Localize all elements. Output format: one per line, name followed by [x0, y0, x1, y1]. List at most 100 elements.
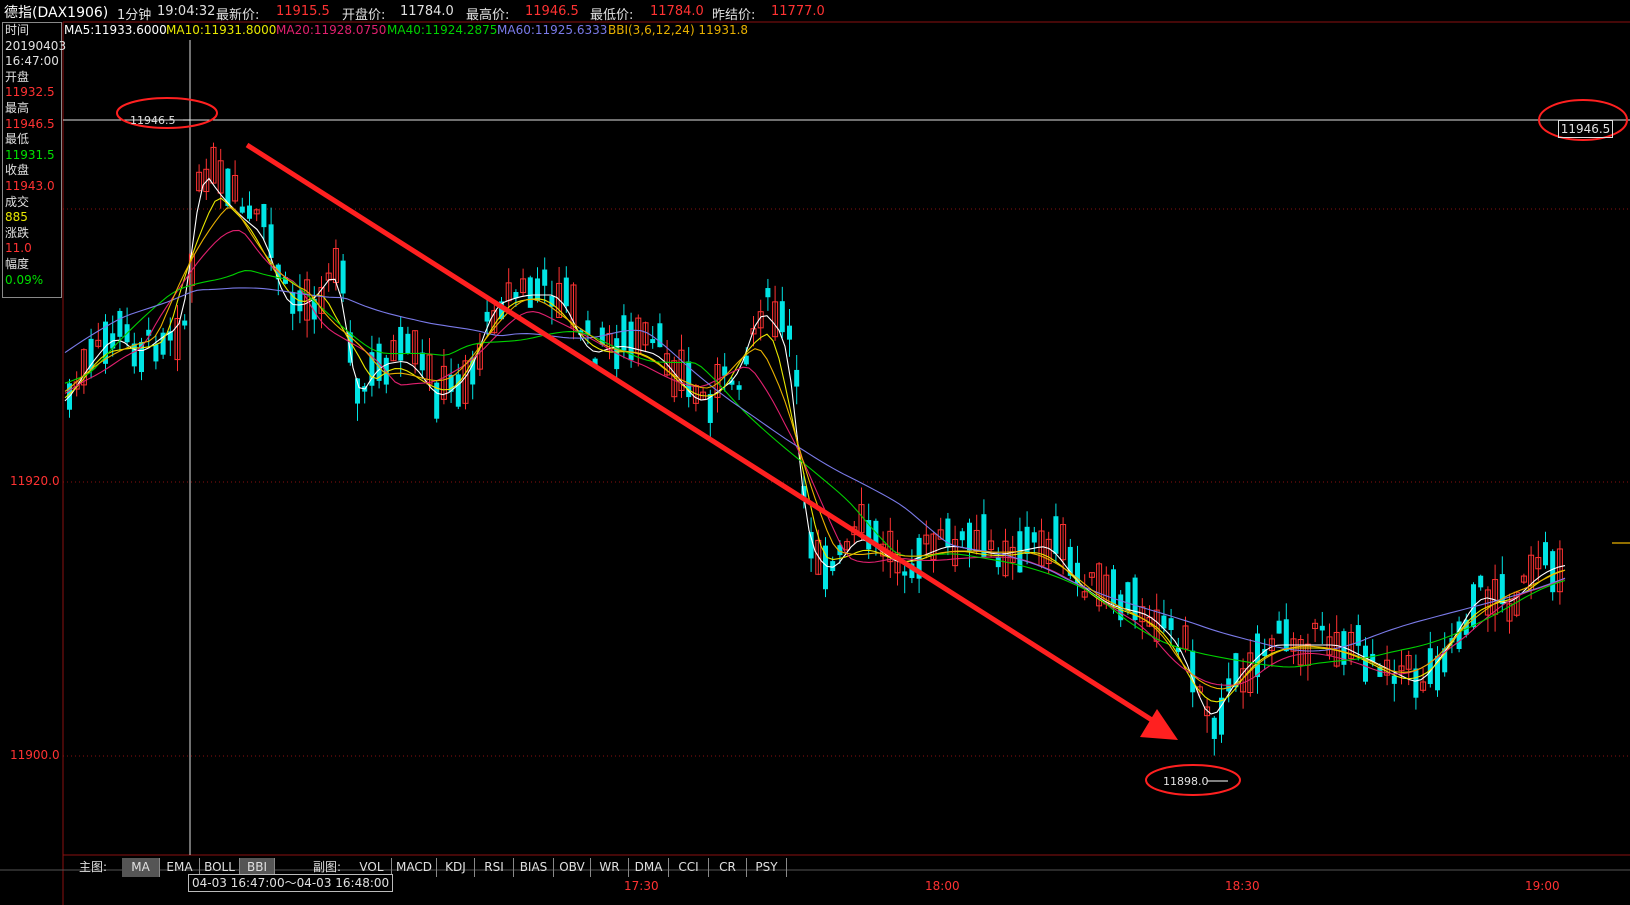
candle-body: [650, 339, 656, 344]
latest-label: 最新价:: [216, 8, 260, 23]
tab-ma[interactable]: MA: [122, 858, 160, 877]
candle-body: [398, 326, 404, 361]
tab-kdj[interactable]: KDJ: [437, 858, 475, 877]
info-low-label: 最低: [5, 132, 30, 147]
candle-body: [527, 277, 533, 308]
bbi-legend: BBI(3,6,12,24) 11931.8: [608, 23, 749, 37]
info-close-label: 收盘: [5, 163, 30, 178]
candle-body: [1190, 650, 1196, 693]
right-price-label: 11946.5: [1558, 120, 1613, 138]
high-value: 11946.5: [525, 4, 579, 19]
prev-settle-label: 昨结价:: [712, 8, 756, 23]
candle-body: [794, 369, 800, 387]
candle-body: [1550, 551, 1556, 593]
candle-body: [1211, 717, 1217, 739]
candle-body: [1031, 532, 1037, 543]
candle-body: [1363, 645, 1368, 682]
ma5-line: [64, 177, 1566, 715]
candle-body: [340, 260, 346, 294]
crosshair-time-range: 04-03 16:47:00〜04-03 16:48:00: [188, 874, 394, 892]
x-tick-label: 17:30: [624, 879, 659, 893]
candle-body: [765, 288, 771, 298]
y-tick-label: 11920.0: [10, 474, 60, 488]
candle-body: [419, 352, 425, 371]
high-label: 最高价:: [466, 8, 510, 23]
x-tick-label: 18:30: [1225, 879, 1260, 893]
info-low: 11931.5: [5, 147, 55, 162]
tab-cr[interactable]: CR: [709, 858, 747, 877]
info-high-label: 最高: [5, 100, 30, 115]
ma10-line: [64, 197, 1566, 703]
quote-header: 德指(DAX1906) 1分钟 19:04:32 最新价: 11915.5 开盘…: [0, 0, 1630, 23]
candle-body: [779, 301, 785, 333]
info-volume-label: 成交: [5, 194, 30, 209]
candle-body: [787, 325, 792, 340]
candle-body: [153, 344, 159, 362]
info-date: 20190403: [5, 38, 67, 53]
candle-body: [405, 333, 411, 355]
candle-body: [182, 320, 188, 326]
candle-body: [1276, 620, 1282, 634]
candle-body: [563, 277, 569, 307]
main-chart-label: 主图:: [78, 860, 108, 874]
low-price-marker: 11898.0: [1163, 775, 1209, 788]
info-change: 11.0: [5, 241, 32, 256]
candle-body: [535, 278, 540, 301]
candle-body: [902, 571, 908, 576]
low-label: 最低价:: [590, 8, 634, 23]
tab-macd[interactable]: MACD: [392, 858, 437, 877]
ma40-legend: MA40:11924.2875: [387, 23, 498, 37]
tab-dma[interactable]: DMA: [629, 858, 669, 877]
ma40-line: [64, 270, 1566, 668]
candle-body: [239, 206, 245, 213]
tab-rsi[interactable]: RSI: [475, 858, 514, 877]
quote-time: 19:04:32: [157, 4, 216, 19]
candle-body: [117, 310, 123, 337]
candle-body: [261, 204, 267, 228]
ma60-legend: MA60:11925.6333: [497, 23, 608, 37]
tab-cci[interactable]: CCI: [669, 858, 709, 877]
candle-body: [1283, 619, 1289, 652]
instrument-title: 德指(DAX1906): [4, 5, 109, 21]
prev-settle-value: 11777.0: [771, 4, 825, 19]
open-value: 11784.0: [400, 4, 454, 19]
info-volume: 885: [5, 210, 28, 225]
candle-body: [1319, 625, 1325, 631]
trend-arrow-line: [245, 142, 1157, 725]
info-amplitude-label: 幅度: [5, 256, 30, 271]
info-change-label: 涨跌: [5, 225, 30, 240]
tab-wr[interactable]: WR: [591, 858, 629, 877]
candle-body: [1391, 675, 1397, 684]
candle-body: [131, 343, 137, 367]
high-price-marker: 11946.5: [130, 114, 176, 127]
open-label: 开盘价:: [342, 8, 386, 23]
info-open-label: 开盘: [5, 69, 30, 84]
latest-value: 11915.5: [276, 4, 330, 19]
candle-body: [959, 531, 965, 541]
bar-info-panel: 时间 20190403 16:47:00 开盘 11932.5 最高 11946…: [2, 22, 67, 298]
candle-body: [967, 522, 972, 551]
candle-body: [542, 269, 548, 286]
ma10-legend: MA10:11931.8000: [166, 23, 277, 37]
candle-body: [1543, 542, 1548, 566]
candle-body: [995, 556, 1001, 568]
info-high: 11946.5: [5, 116, 55, 131]
candle-body: [1125, 582, 1131, 611]
info-time: 16:47:00: [5, 54, 59, 69]
ma20-legend: MA20:11928.0750: [276, 23, 387, 37]
x-tick-label: 19:00: [1525, 879, 1560, 893]
candlestick-chart[interactable]: [0, 0, 1630, 905]
candle-body: [1168, 618, 1174, 631]
tab-psy[interactable]: PSY: [747, 858, 787, 877]
info-time-label: 时间: [5, 23, 30, 37]
tab-obv[interactable]: OBV: [554, 858, 591, 877]
info-amplitude: 0.09%: [5, 272, 44, 287]
info-close: 11943.0: [5, 178, 55, 193]
tab-bias[interactable]: BIAS: [514, 858, 554, 877]
ma5-legend: MA5:11933.6000: [64, 23, 167, 37]
candle-body: [621, 315, 627, 351]
period-label: 1分钟: [117, 8, 152, 23]
candle-body: [455, 374, 461, 407]
candle-body: [484, 311, 490, 322]
info-open: 11932.5: [5, 85, 55, 100]
